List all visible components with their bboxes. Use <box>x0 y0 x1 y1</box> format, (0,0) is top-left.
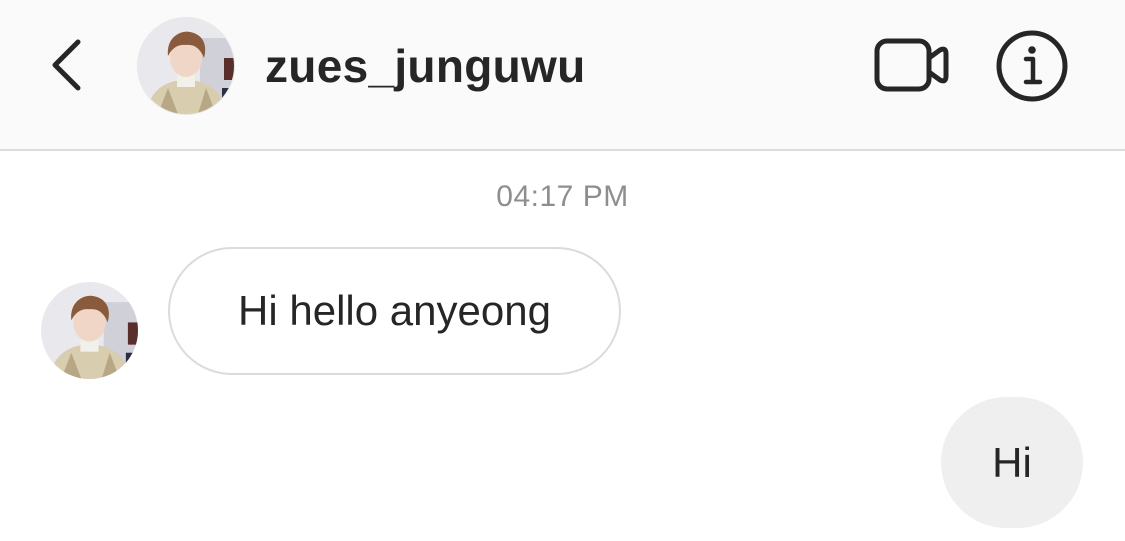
info-icon <box>996 30 1068 102</box>
info-button[interactable] <box>995 29 1069 103</box>
outgoing-message-bubble[interactable]: Hi <box>941 397 1083 528</box>
incoming-message-text: Hi hello anyeong <box>238 287 551 334</box>
sender-avatar[interactable] <box>41 282 138 379</box>
chevron-left-icon <box>52 39 81 91</box>
video-camera-icon <box>874 38 949 92</box>
profile-photo-icon <box>138 18 234 114</box>
message-timestamp: 04:17 PM <box>496 180 629 213</box>
video-call-button[interactable] <box>874 36 950 94</box>
back-button[interactable] <box>38 30 98 100</box>
chat-username[interactable]: zues_junguwu <box>265 36 586 96</box>
chat-header: zues_junguwu <box>0 0 1125 151</box>
profile-photo-icon <box>41 282 138 379</box>
incoming-message-bubble[interactable]: Hi hello anyeong <box>168 247 621 375</box>
chat-screen: zues_junguwu 04:17 PM Hi hello anyeong H… <box>0 0 1125 541</box>
outgoing-message-text: Hi <box>992 438 1032 486</box>
header-avatar[interactable] <box>137 17 235 115</box>
